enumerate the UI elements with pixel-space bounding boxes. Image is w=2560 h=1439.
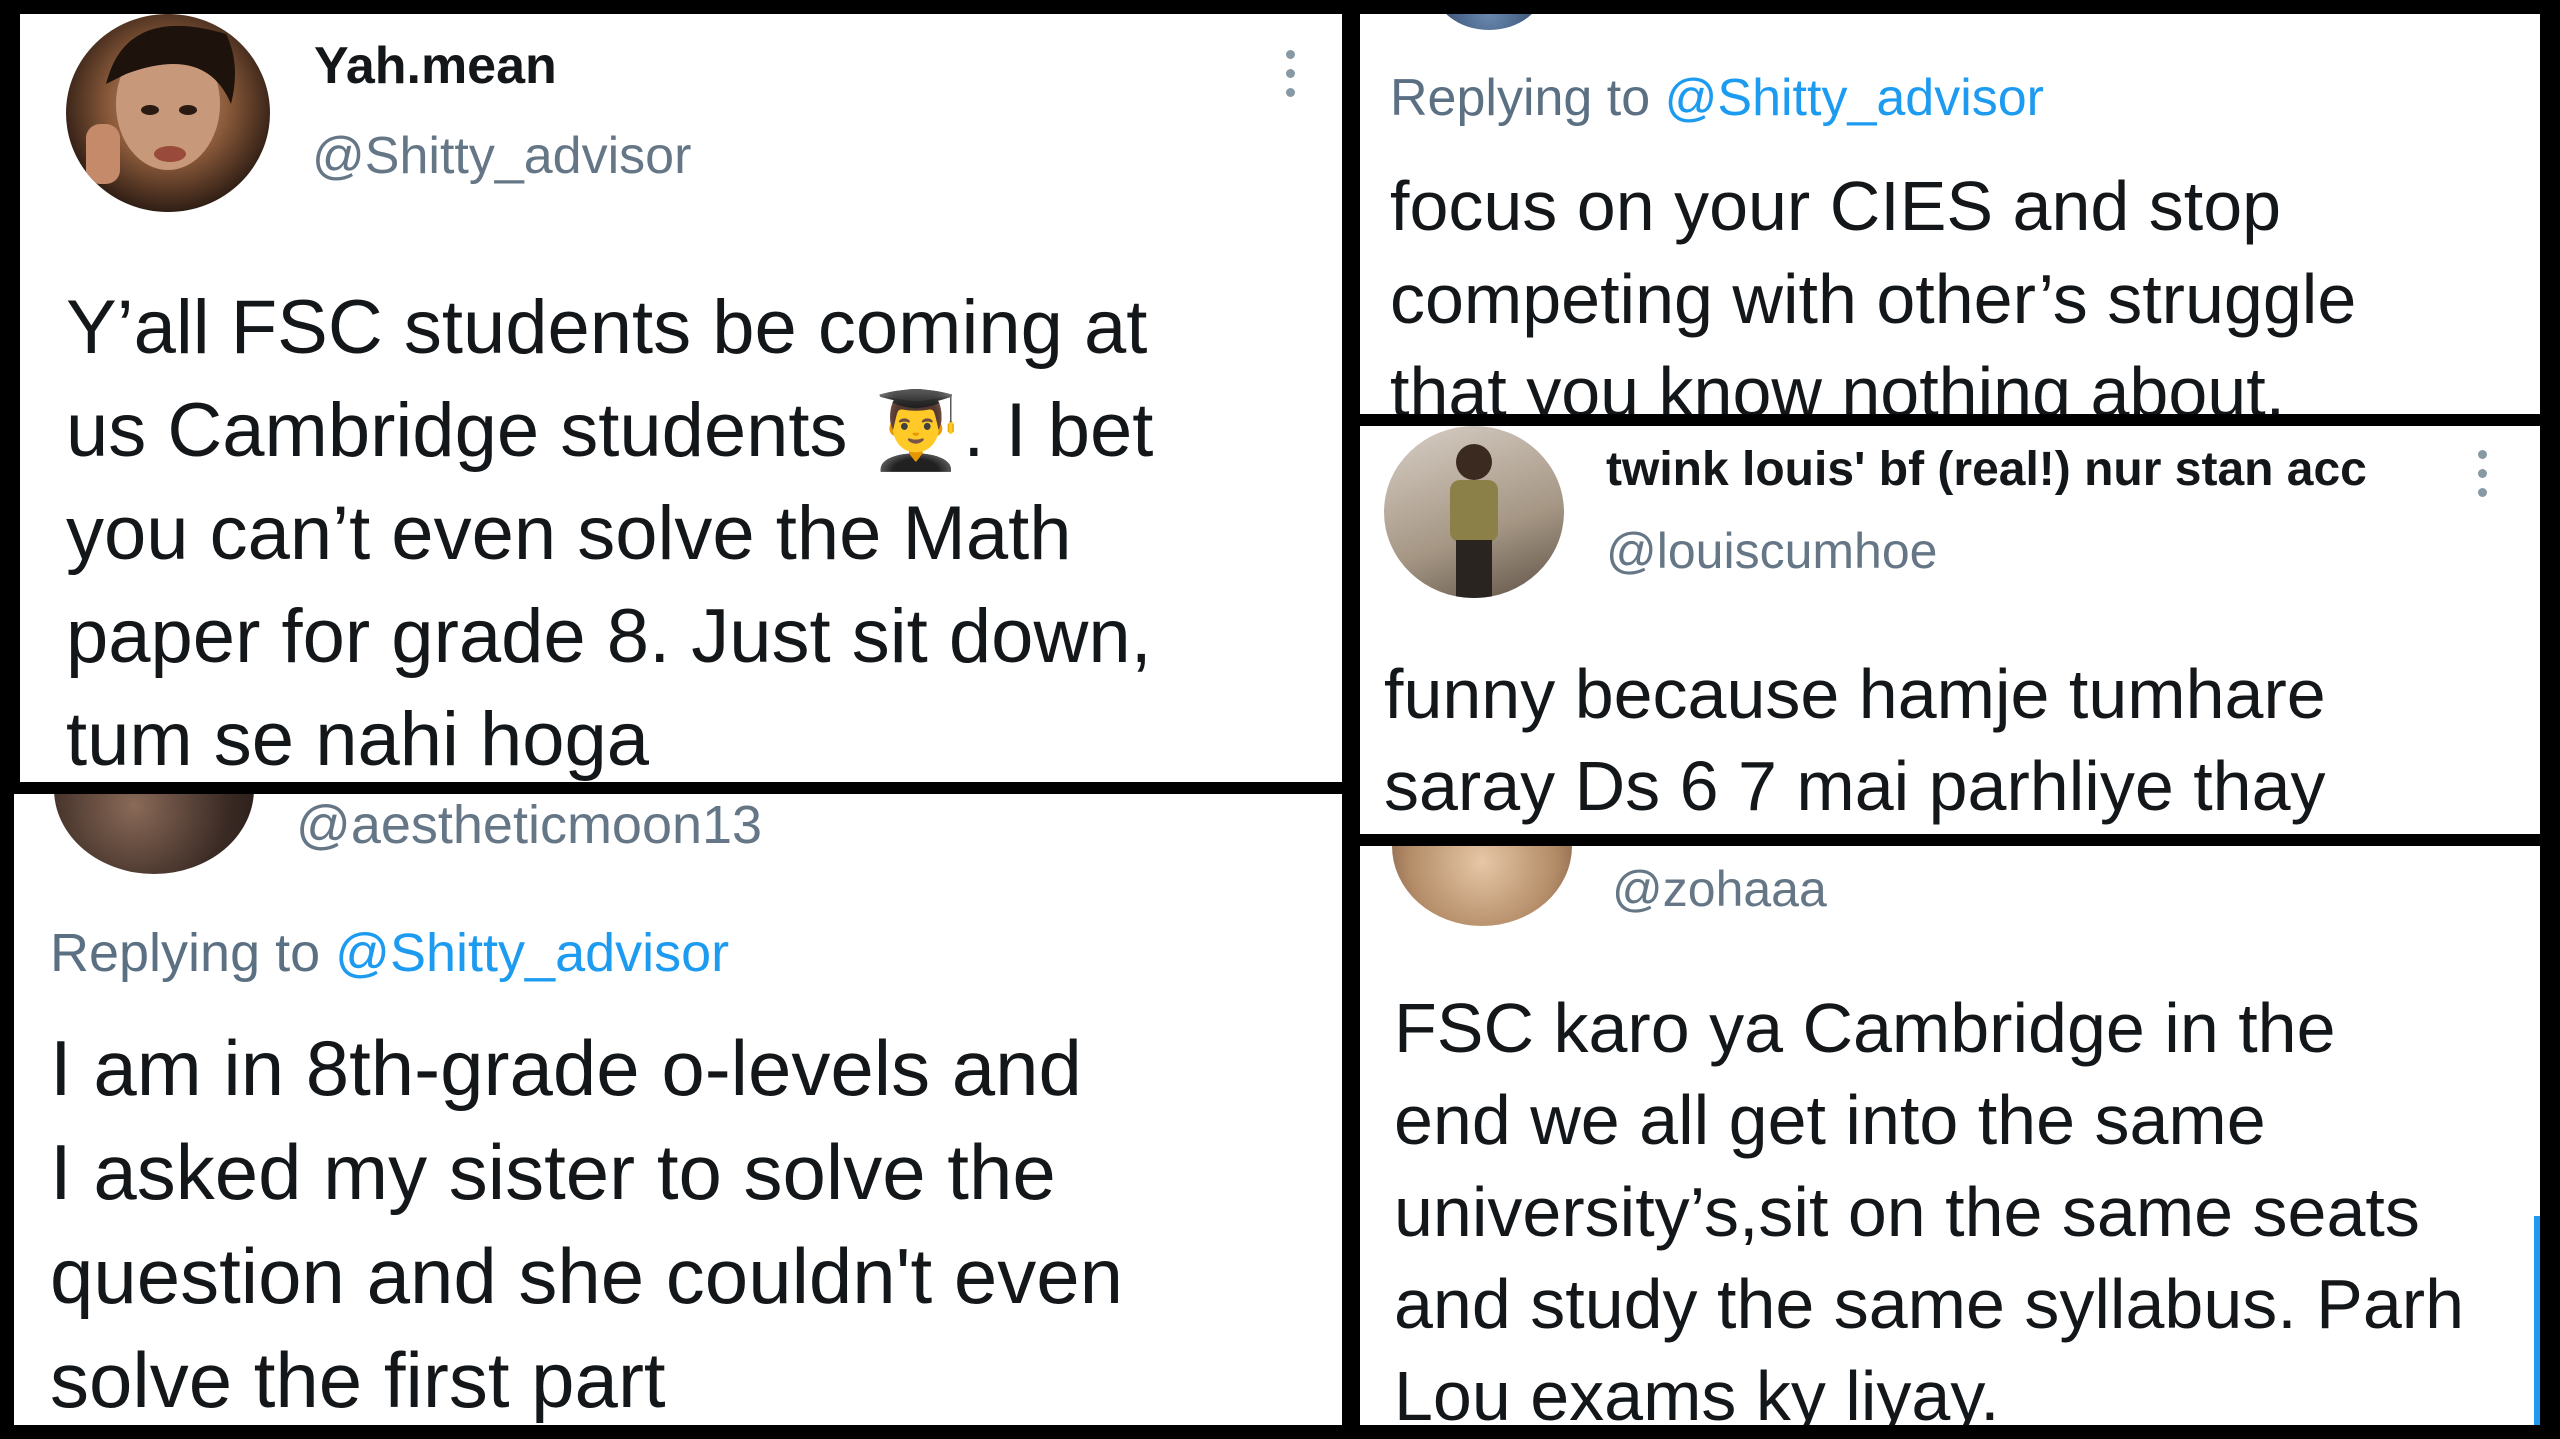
- user-handle[interactable]: @louiscumhoe: [1606, 522, 1937, 580]
- replying-to-label: Replying to @Shitty_advisor: [50, 922, 729, 984]
- tweet-line: competing with other’s struggle: [1390, 260, 2357, 338]
- tweet-line: university’s,sit on the same seats: [1394, 1173, 2420, 1251]
- tweet-line: us Cambridge students 👨‍🎓. I bet: [66, 388, 1154, 473]
- replying-to-label: Replying to @Shitty_advisor: [1390, 68, 2044, 128]
- mention-link[interactable]: @Shitty_advisor: [1665, 69, 2044, 127]
- tweet-line: focus on your CIES and stop: [1390, 167, 2282, 245]
- tweet-line: end we all get into the same: [1394, 1081, 2266, 1159]
- tweet-line: funny because hamje tumhare: [1384, 655, 2326, 733]
- tweet-panel-louis: twink louis' bf (real!) nur stan acc @lo…: [1360, 426, 2540, 834]
- scrollbar[interactable]: [2534, 1216, 2540, 1425]
- tweet-panel-zohaaa: @zohaaa FSC karo ya Cambridge in the end…: [1360, 846, 2540, 1425]
- tweet-line: FSC karo ya Cambridge in the: [1394, 989, 2336, 1067]
- tweet-line: you can’t even solve the Math: [66, 491, 1072, 576]
- tweet-text: Y’all FSC students be coming at us Cambr…: [66, 276, 1153, 782]
- collage: { "tweet1": { "name": "Yah.mean", "handl…: [0, 0, 2560, 1439]
- more-vertical-icon[interactable]: [1286, 50, 1296, 107]
- avatar[interactable]: [54, 794, 254, 874]
- avatar[interactable]: [1384, 426, 1564, 598]
- user-handle[interactable]: @Shitty_advisor: [312, 126, 691, 186]
- display-name[interactable]: twink louis' bf (real!) nur stan acc: [1606, 442, 2367, 497]
- tweet-line: Y’all FSC students be coming at: [66, 285, 1148, 370]
- tweet-text: focus on your CIES and stop competing wi…: [1390, 160, 2356, 414]
- tweet-panel-reply-cies: Replying to @Shitty_advisor focus on you…: [1360, 14, 2540, 414]
- tweet-text: funny because hamje tumhare saray Ds 6 7…: [1384, 648, 2326, 832]
- avatar-face-icon: [86, 25, 235, 184]
- avatar-person-icon: [1450, 444, 1498, 598]
- mention-link[interactable]: @Shitty_advisor: [335, 923, 729, 983]
- avatar[interactable]: [1434, 14, 1544, 30]
- replying-to-prefix: Replying to: [1390, 69, 1665, 127]
- tweet-panel-aestheticmoon: @aestheticmoon13 Replying to @Shitty_adv…: [14, 794, 1342, 1425]
- tweet-line: question and she couldn't even: [50, 1232, 1124, 1320]
- tweet-line: that you know nothing about.: [1390, 353, 2286, 414]
- tweet-panel-original: Yah.mean @Shitty_advisor Y’all FSC stude…: [20, 14, 1342, 782]
- tweet-text: I am in 8th-grade o-levels and I asked m…: [50, 1016, 1123, 1425]
- tweet-line: paper for grade 8. Just sit down,: [66, 594, 1152, 679]
- tweet-line: I am in 8th-grade o-levels and: [50, 1024, 1082, 1112]
- user-handle[interactable]: @zohaaa: [1612, 860, 1827, 918]
- tweet-line: I asked my sister to solve the: [50, 1128, 1056, 1216]
- more-vertical-icon[interactable]: [2478, 450, 2488, 507]
- avatar[interactable]: [1392, 846, 1572, 926]
- display-name[interactable]: Yah.mean: [314, 36, 557, 96]
- tweet-line: saray Ds 6 7 mai parhliye thay: [1384, 747, 2326, 825]
- user-handle[interactable]: @aestheticmoon13: [296, 794, 762, 856]
- tweet-text: FSC karo ya Cambridge in the end we all …: [1394, 982, 2464, 1425]
- tweet-line: Lou exams ky liyay.: [1394, 1357, 2000, 1425]
- tweet-line: solve the first part: [50, 1336, 666, 1424]
- replying-to-prefix: Replying to: [50, 923, 336, 983]
- tweet-line: tum se nahi hoga: [66, 697, 650, 782]
- tweet-line: and study the same syllabus. Parh: [1394, 1265, 2465, 1343]
- avatar[interactable]: [66, 14, 270, 212]
